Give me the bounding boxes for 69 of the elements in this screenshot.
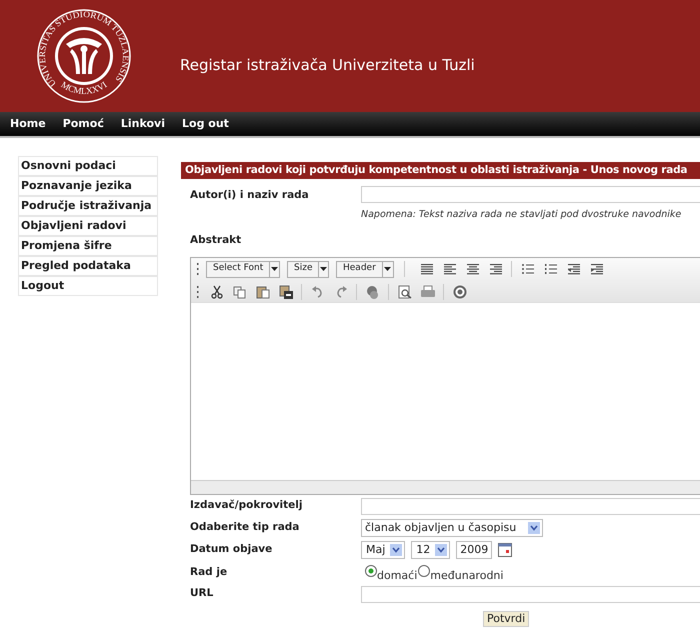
dropdown-arrow-icon <box>435 544 448 556</box>
caret-icon <box>320 267 328 271</box>
align-right-icon[interactable] <box>488 261 504 277</box>
format-dropdown[interactable]: Select Font <box>206 260 280 278</box>
sidebar-item[interactable]: Područje istraživanja <box>18 196 158 216</box>
field-label: Autor(i) i naziv rada <box>190 188 310 203</box>
field-label: Datum objave <box>190 542 274 558</box>
copy-icon[interactable] <box>232 284 248 300</box>
format-dropdown[interactable]: Header <box>336 260 394 278</box>
toolbar-grip-icon[interactable] <box>196 262 199 276</box>
radio-label: međunarodni <box>430 568 504 584</box>
sidebar-item[interactable]: Osnovni podaci <box>18 156 158 176</box>
nav-link[interactable]: Pomoć <box>62 116 104 132</box>
sidebar-item[interactable]: Promjena šifre <box>18 236 158 256</box>
select-value: 12 <box>416 542 430 558</box>
select-value: članak objavljen u časopisu <box>365 520 516 536</box>
note-text: Napomena: Tekst naziva rada ne stavljati pod dvostruke navodnike <box>361 208 682 222</box>
text-input[interactable] <box>361 498 700 514</box>
dropdown-label: Select Font <box>212 262 264 276</box>
field-label: Izdavač/pokrovitelj <box>190 498 304 514</box>
dropdown-label: Size <box>293 262 314 276</box>
nav-link[interactable]: Log out <box>182 116 229 132</box>
toolbar-grip-icon[interactable] <box>196 284 199 298</box>
day-select[interactable]: 12 <box>411 541 450 559</box>
text-input[interactable] <box>361 586 700 602</box>
printer-icon[interactable] <box>420 284 436 300</box>
align-center-icon[interactable] <box>464 261 480 277</box>
caret-icon <box>271 267 278 271</box>
sidebar-item[interactable]: Poznavanje jezika <box>18 176 158 196</box>
radio-option[interactable]: domaći <box>365 565 418 584</box>
format-dropdown[interactable]: Size <box>287 260 329 278</box>
year-input[interactable]: 2009 <box>456 541 492 559</box>
dropdown-arrow-icon <box>528 522 540 534</box>
radio-label: domaći <box>377 568 418 584</box>
field-label: Abstrakt <box>190 233 242 248</box>
nav-link[interactable]: Linkovi <box>120 116 165 132</box>
section-title: Objavljeni radovi koji potvrđuju kompetentnost u oblasti istraživanja - Unos novog rada <box>181 162 700 179</box>
field-label: Rad je <box>190 565 228 580</box>
scissors-icon[interactable] <box>208 284 224 300</box>
nav-link[interactable]: Home <box>10 116 46 132</box>
month-select[interactable]: Maj <box>361 541 406 559</box>
field-label: URL <box>190 586 214 602</box>
radio-button[interactable] <box>365 565 377 577</box>
indent-icon[interactable] <box>588 261 604 277</box>
sidebar-item[interactable]: Objavljeni radovi <box>18 216 158 236</box>
paste-text-icon[interactable] <box>278 284 294 300</box>
submit-button[interactable]: Potvrdi <box>483 611 530 627</box>
paste-icon[interactable] <box>254 284 270 300</box>
align-left-icon[interactable] <box>442 261 458 277</box>
outdent-icon[interactable] <box>566 261 582 277</box>
radio-option[interactable]: međunarodni <box>418 565 504 584</box>
calendar-icon[interactable] <box>498 543 512 557</box>
select-value: Maj <box>366 542 386 558</box>
help-icon[interactable] <box>452 284 468 300</box>
text-input[interactable] <box>361 186 700 203</box>
radio-button[interactable] <box>418 565 430 577</box>
field-label: Odaberite tip rada <box>190 520 300 536</box>
caret-icon <box>384 267 392 271</box>
site-title: Registar istraživača Univerziteta u Tuzli <box>180 54 475 76</box>
bulleted-list-icon[interactable] <box>520 261 536 277</box>
dropdown-label: Header <box>342 262 377 276</box>
align-justify-icon[interactable] <box>418 261 434 277</box>
sidebar-item[interactable]: Pregled podataka <box>18 256 158 276</box>
print-preview-icon[interactable] <box>396 284 412 300</box>
sidebar-item[interactable]: Logout <box>18 276 158 296</box>
rich-text-editor[interactable]: Select Font Size Header <box>190 257 700 495</box>
dropdown-arrow-icon <box>390 544 402 556</box>
type-select[interactable]: članak objavljen u časopisu <box>361 519 544 537</box>
numbered-list-icon[interactable] <box>542 261 558 277</box>
